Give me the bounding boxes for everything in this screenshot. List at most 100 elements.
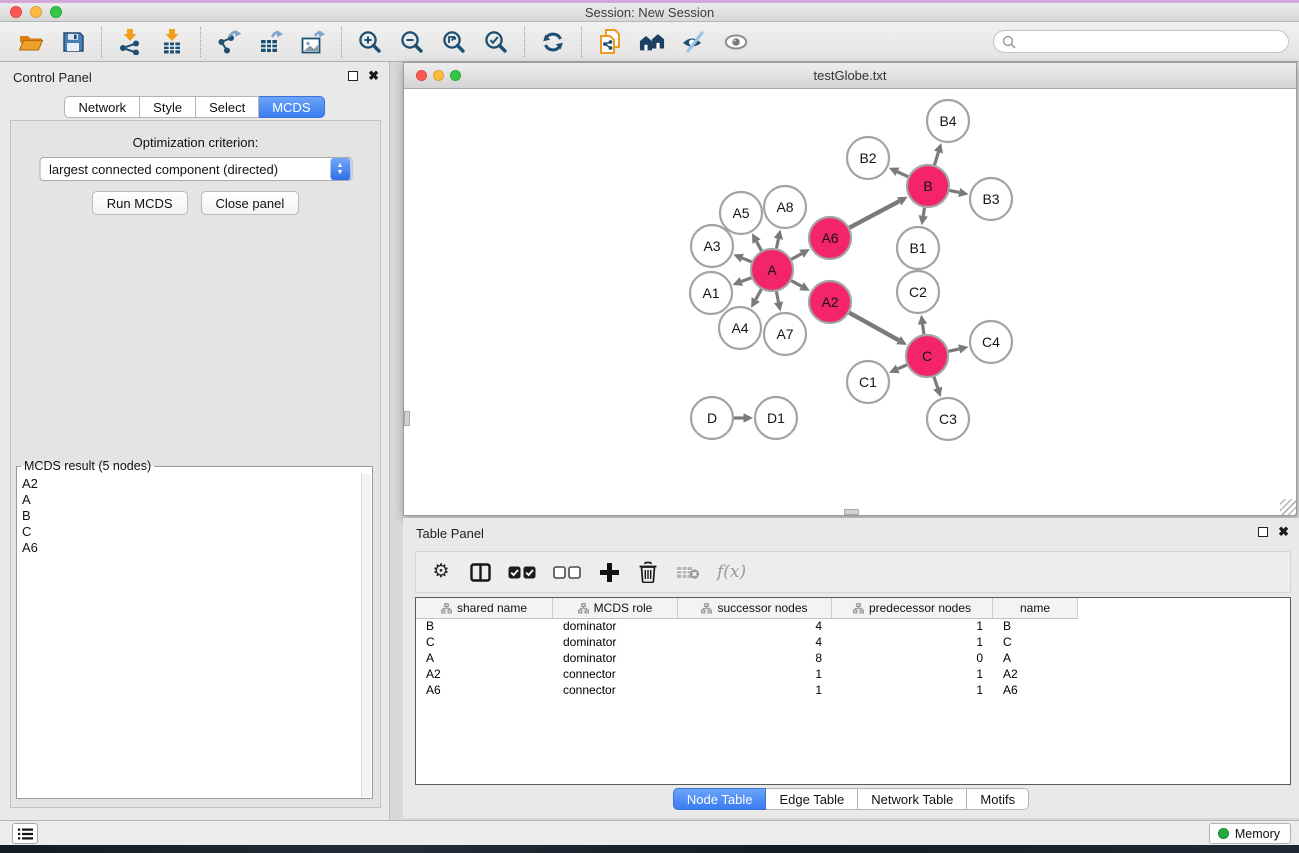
task-history-button[interactable] xyxy=(12,823,38,844)
zoom-selected-button[interactable] xyxy=(483,28,509,56)
export-image-button[interactable] xyxy=(300,28,326,56)
cell-shared-name[interactable]: C xyxy=(416,635,553,651)
cell-mcds-role[interactable]: connector xyxy=(553,683,678,699)
tab-node-table[interactable]: Node Table xyxy=(673,788,767,810)
float-panel-icon[interactable] xyxy=(1258,527,1268,537)
save-session-button[interactable] xyxy=(60,28,86,56)
graph-edge-A2-C[interactable] xyxy=(849,313,898,340)
tab-motifs[interactable]: Motifs xyxy=(967,788,1029,810)
graph-node-B[interactable] xyxy=(907,165,949,207)
graph-edge-B-B2[interactable] xyxy=(897,172,908,177)
deselect-all-button[interactable] xyxy=(553,566,581,579)
tab-edge-table[interactable]: Edge Table xyxy=(766,788,858,810)
open-session-button[interactable] xyxy=(18,28,44,56)
hide-details-button[interactable] xyxy=(681,28,707,56)
mcds-result-item[interactable]: A xyxy=(22,492,361,508)
zoom-fit-button[interactable] xyxy=(441,28,467,56)
close-panel-icon[interactable]: ✖ xyxy=(368,71,379,81)
mcds-result-item[interactable]: A6 xyxy=(22,540,361,556)
graph-node-C1[interactable] xyxy=(847,361,889,403)
graph-edge-A-A2[interactable] xyxy=(791,281,801,287)
table-settings-button[interactable]: ⚙ xyxy=(430,562,452,582)
cell-predecessor-nodes[interactable]: 0 xyxy=(832,651,993,667)
cell-successor-nodes[interactable]: 4 xyxy=(678,619,832,635)
cell-name[interactable]: A xyxy=(993,651,1078,667)
graph-edge-A6-B[interactable] xyxy=(849,201,899,227)
graph-node-D1[interactable] xyxy=(755,397,797,439)
memory-button[interactable]: Memory xyxy=(1209,823,1291,844)
graph-edge-C-C3[interactable] xyxy=(934,377,938,388)
cell-shared-name[interactable]: A6 xyxy=(416,683,553,699)
close-panel-button[interactable]: Close panel xyxy=(201,191,300,215)
graph-edge-A-A3[interactable] xyxy=(742,258,751,262)
table-row[interactable]: Bdominator41B xyxy=(416,619,1290,635)
graph-node-A8[interactable] xyxy=(764,186,806,228)
select-all-button[interactable] xyxy=(508,566,536,579)
graph-node-B2[interactable] xyxy=(847,137,889,179)
graph-node-A4[interactable] xyxy=(719,307,761,349)
graph-node-A[interactable] xyxy=(751,249,793,291)
graph-node-A2[interactable] xyxy=(809,281,851,323)
cell-mcds-role[interactable]: dominator xyxy=(553,619,678,635)
cell-name[interactable]: B xyxy=(993,619,1078,635)
tab-select[interactable]: Select xyxy=(196,96,259,118)
graph-edge-A-A7[interactable] xyxy=(776,292,778,303)
graph-edge-C-C2[interactable] xyxy=(923,324,924,334)
tab-network-table[interactable]: Network Table xyxy=(858,788,967,810)
cell-name[interactable]: A6 xyxy=(993,683,1078,699)
graph-node-A1[interactable] xyxy=(690,272,732,314)
show-graphics-details-button[interactable] xyxy=(723,28,749,56)
graph-edge-C-C4[interactable] xyxy=(948,349,959,351)
graph-edge-A-A6[interactable] xyxy=(791,254,801,260)
splitter-grip[interactable] xyxy=(404,411,410,426)
refresh-layout-button[interactable] xyxy=(540,28,566,56)
graph-edge-B-B3[interactable] xyxy=(950,190,960,192)
cell-name[interactable]: A2 xyxy=(993,667,1078,683)
cell-successor-nodes[interactable]: 1 xyxy=(678,667,832,683)
tab-mcds[interactable]: MCDS xyxy=(259,96,324,118)
graph-node-B3[interactable] xyxy=(970,178,1012,220)
table-row[interactable]: Cdominator41C xyxy=(416,635,1290,651)
graph-edge-B-B4[interactable] xyxy=(934,152,938,165)
float-panel-icon[interactable] xyxy=(348,71,358,81)
cell-mcds-role[interactable]: connector xyxy=(553,667,678,683)
graph-edge-A-A4[interactable] xyxy=(756,289,762,299)
cell-mcds-role[interactable]: dominator xyxy=(553,635,678,651)
graph-node-B1[interactable] xyxy=(897,227,939,269)
tab-network[interactable]: Network xyxy=(64,96,140,118)
table-row[interactable]: A2connector11A2 xyxy=(416,667,1290,683)
import-table-button[interactable] xyxy=(159,28,185,56)
cell-successor-nodes[interactable]: 1 xyxy=(678,683,832,699)
cell-mcds-role[interactable]: dominator xyxy=(553,651,678,667)
column-header-name[interactable]: name xyxy=(993,598,1078,619)
graph-node-A6[interactable] xyxy=(809,217,851,259)
graph-node-D[interactable] xyxy=(691,397,733,439)
table-row[interactable]: Adominator80A xyxy=(416,651,1290,667)
cell-predecessor-nodes[interactable]: 1 xyxy=(832,619,993,635)
close-panel-icon[interactable]: ✖ xyxy=(1278,527,1289,537)
first-neighbors-button[interactable] xyxy=(639,28,665,56)
graph-edge-A-A8[interactable] xyxy=(776,239,778,249)
mcds-result-scrollbar[interactable] xyxy=(361,474,371,797)
mcds-result-item[interactable]: C xyxy=(22,524,361,540)
graph-edge-A-A5[interactable] xyxy=(757,242,762,251)
network-window-titlebar[interactable]: testGlobe.txt xyxy=(404,63,1296,89)
cell-shared-name[interactable]: B xyxy=(416,619,553,635)
search-input[interactable] xyxy=(1021,34,1280,49)
add-row-button[interactable] xyxy=(598,562,620,583)
delete-rows-button[interactable] xyxy=(637,561,659,583)
graph-node-A5[interactable] xyxy=(720,192,762,234)
zoom-in-button[interactable] xyxy=(357,28,383,56)
splitter-grip[interactable] xyxy=(844,509,859,515)
graph-node-C2[interactable] xyxy=(897,271,939,313)
zoom-out-button[interactable] xyxy=(399,28,425,56)
network-canvas[interactable]: B4B2BB3A8A5A6A3B1AC2A1A2A4A7C4CC1DD1C3 xyxy=(404,89,1296,515)
cell-successor-nodes[interactable]: 8 xyxy=(678,651,832,667)
show-columns-button[interactable] xyxy=(469,563,491,582)
cell-predecessor-nodes[interactable]: 1 xyxy=(832,667,993,683)
window-resize-grip[interactable] xyxy=(1280,499,1296,515)
mcds-result-item[interactable]: A2 xyxy=(22,476,361,492)
graph-node-A7[interactable] xyxy=(764,313,806,355)
search-field[interactable] xyxy=(993,30,1289,53)
cell-shared-name[interactable]: A xyxy=(416,651,553,667)
